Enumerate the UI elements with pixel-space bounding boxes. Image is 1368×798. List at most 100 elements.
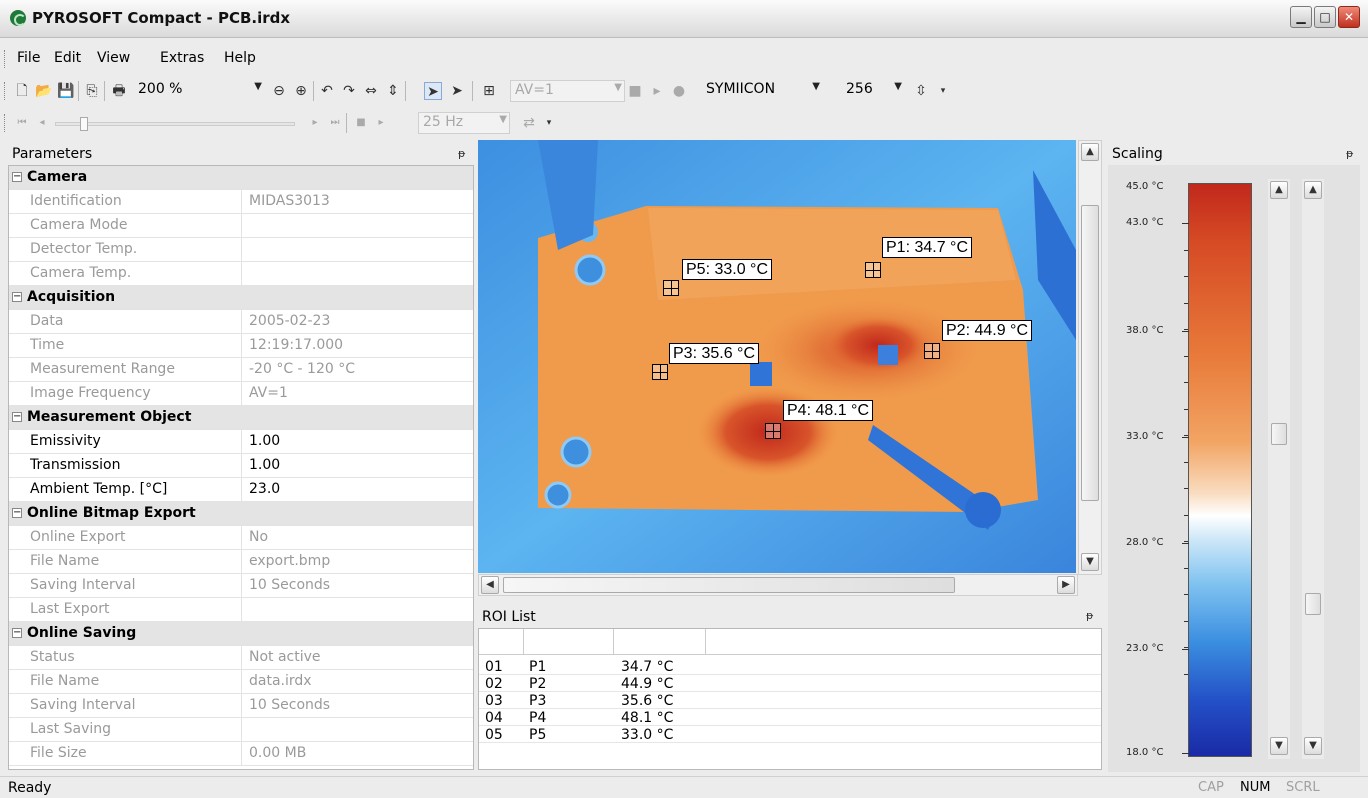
point-marker-p2[interactable] — [924, 343, 940, 359]
min-range-slider[interactable]: ▲ ▼ — [1302, 179, 1324, 759]
property-value[interactable]: 23.0 — [249, 481, 280, 497]
zoom-select[interactable]: 200 % ▼ — [134, 80, 264, 102]
frequency-select[interactable]: 25 Hz ▼ — [418, 112, 510, 134]
property-value[interactable]: 0.00 MB — [249, 745, 306, 761]
menu-view[interactable]: View — [97, 50, 130, 66]
save-icon[interactable]: 💾 — [57, 82, 75, 100]
property-row[interactable]: Ambient Temp. [°C] 23.0 — [9, 478, 473, 502]
stop-icon[interactable]: ■ — [352, 114, 370, 132]
max-range-handle[interactable] — [1271, 423, 1287, 445]
rotate-left-icon[interactable]: ↶ — [318, 82, 336, 100]
property-value[interactable]: 10 Seconds — [249, 697, 330, 713]
property-row[interactable]: Detector Temp. — [9, 238, 473, 262]
property-row[interactable]: Image Frequency AV=1 — [9, 382, 473, 406]
image-horizontal-scrollbar[interactable]: ◀ ▶ — [478, 574, 1078, 596]
min-up-button[interactable]: ▲ — [1304, 181, 1322, 199]
copy-icon[interactable]: ⎘ — [83, 82, 101, 100]
stop-icon[interactable]: ■ — [626, 82, 644, 100]
skip-start-icon[interactable]: ⏮ — [13, 114, 31, 132]
play-icon[interactable]: ▸ — [648, 82, 666, 100]
category-row[interactable]: − Camera — [9, 166, 473, 190]
record-icon[interactable]: ● — [670, 82, 688, 100]
property-row[interactable]: Camera Temp. — [9, 262, 473, 286]
play-icon[interactable]: ▸ — [372, 114, 390, 132]
scroll-up-button[interactable]: ▲ — [1081, 143, 1099, 161]
point-marker-p3[interactable] — [652, 364, 668, 380]
toolbar-overflow-icon[interactable]: ▾ — [934, 82, 952, 100]
property-row[interactable]: Status Not active — [9, 646, 473, 670]
zoom-out-icon[interactable]: ⊖ — [270, 82, 288, 100]
roi-row[interactable]: 05 P5 33.0 °C — [479, 727, 1101, 743]
max-down-button[interactable]: ▼ — [1270, 737, 1288, 755]
collapse-icon[interactable]: − — [12, 412, 22, 422]
new-file-icon[interactable]: 🗋 — [13, 82, 31, 100]
property-row[interactable]: Time 12:19:17.000 — [9, 334, 473, 358]
property-value[interactable]: 1.00 — [249, 457, 280, 473]
thermal-image-view[interactable]: P1: 34.7 °C P2: 44.9 °C P3: 35.6 °C P4: … — [478, 140, 1076, 573]
menu-help[interactable]: Help — [224, 50, 256, 66]
flip-horizontal-icon[interactable]: ⇔ — [362, 82, 380, 100]
property-row[interactable]: File Name export.bmp — [9, 550, 473, 574]
property-row[interactable]: Saving Interval 10 Seconds — [9, 574, 473, 598]
menu-file[interactable]: File — [17, 50, 40, 66]
property-row[interactable]: Camera Mode — [9, 214, 473, 238]
average-select[interactable]: AV=1 ▼ — [510, 80, 625, 102]
category-row[interactable]: − Acquisition — [9, 286, 473, 310]
roi-row[interactable]: 03 P3 35.6 °C — [479, 693, 1101, 709]
flip-vertical-icon[interactable]: ⇕ — [384, 82, 402, 100]
property-value[interactable]: -20 °C - 120 °C — [249, 361, 355, 377]
property-value[interactable]: MIDAS3013 — [249, 193, 330, 209]
property-value[interactable]: AV=1 — [249, 385, 288, 401]
property-value[interactable]: 1.00 — [249, 433, 280, 449]
image-vertical-scrollbar[interactable]: ▲ ▼ — [1078, 140, 1102, 575]
scale-fit-icon[interactable]: ⇳ — [912, 82, 930, 100]
skip-end-icon[interactable]: ⏭ — [326, 114, 344, 132]
scroll-down-button[interactable]: ▼ — [1081, 553, 1099, 571]
property-row[interactable]: Last Saving — [9, 718, 473, 742]
property-value[interactable]: 10 Seconds — [249, 577, 330, 593]
roi-row[interactable]: 01 P1 34.7 °C — [479, 659, 1101, 675]
slider-handle[interactable] — [80, 117, 88, 131]
category-row[interactable]: − Measurement Object — [9, 406, 473, 430]
roi-row[interactable]: 02 P2 44.9 °C — [479, 676, 1101, 692]
property-row[interactable]: Measurement Range -20 °C - 120 °C — [9, 358, 473, 382]
collapse-icon[interactable]: − — [12, 292, 22, 302]
palette-select[interactable]: SYMIICON ▼ — [702, 80, 822, 102]
playback-slider[interactable] — [55, 117, 295, 131]
property-row[interactable]: Transmission 1.00 — [9, 454, 473, 478]
zoom-in-icon[interactable]: ⊕ — [292, 82, 310, 100]
print-icon[interactable]: 🖶 — [110, 82, 128, 100]
property-value[interactable]: 12:19:17.000 — [249, 337, 343, 353]
scrollbar-thumb[interactable] — [503, 577, 955, 593]
close-button[interactable]: ✕ — [1338, 6, 1360, 28]
property-value[interactable]: 2005-02-23 — [249, 313, 330, 329]
scroll-right-button[interactable]: ▶ — [1057, 576, 1075, 594]
property-row[interactable]: Data 2005-02-23 — [9, 310, 473, 334]
max-up-button[interactable]: ▲ — [1270, 181, 1288, 199]
pointer-icon[interactable]: ➤ — [424, 82, 442, 100]
category-row[interactable]: − Online Saving — [9, 622, 473, 646]
add-point-icon[interactable]: ➤ — [448, 82, 466, 100]
menu-extras[interactable]: Extras — [160, 50, 204, 66]
property-row[interactable]: File Name data.irdx — [9, 670, 473, 694]
pin-icon[interactable]: ᵽ — [458, 147, 465, 160]
collapse-icon[interactable]: − — [12, 172, 22, 182]
min-range-handle[interactable] — [1305, 593, 1321, 615]
property-row[interactable]: Emissivity 1.00 — [9, 430, 473, 454]
property-value[interactable]: data.irdx — [249, 673, 312, 689]
scroll-left-button[interactable]: ◀ — [481, 576, 499, 594]
property-value[interactable]: export.bmp — [249, 553, 330, 569]
collapse-icon[interactable]: − — [12, 628, 22, 638]
menu-edit[interactable]: Edit — [54, 50, 81, 66]
pin-icon[interactable]: ᵽ — [1086, 609, 1093, 622]
property-row[interactable]: Saving Interval 10 Seconds — [9, 694, 473, 718]
point-marker-p4[interactable] — [765, 423, 781, 439]
pin-icon[interactable]: ᵽ — [1346, 147, 1353, 160]
point-marker-p5[interactable] — [663, 280, 679, 296]
category-row[interactable]: − Online Bitmap Export — [9, 502, 473, 526]
point-marker-p1[interactable] — [865, 262, 881, 278]
roi-row[interactable]: 04 P4 48.1 °C — [479, 710, 1101, 726]
property-row[interactable]: Online Export No — [9, 526, 473, 550]
property-value[interactable]: No — [249, 529, 268, 545]
property-row[interactable]: Last Export — [9, 598, 473, 622]
